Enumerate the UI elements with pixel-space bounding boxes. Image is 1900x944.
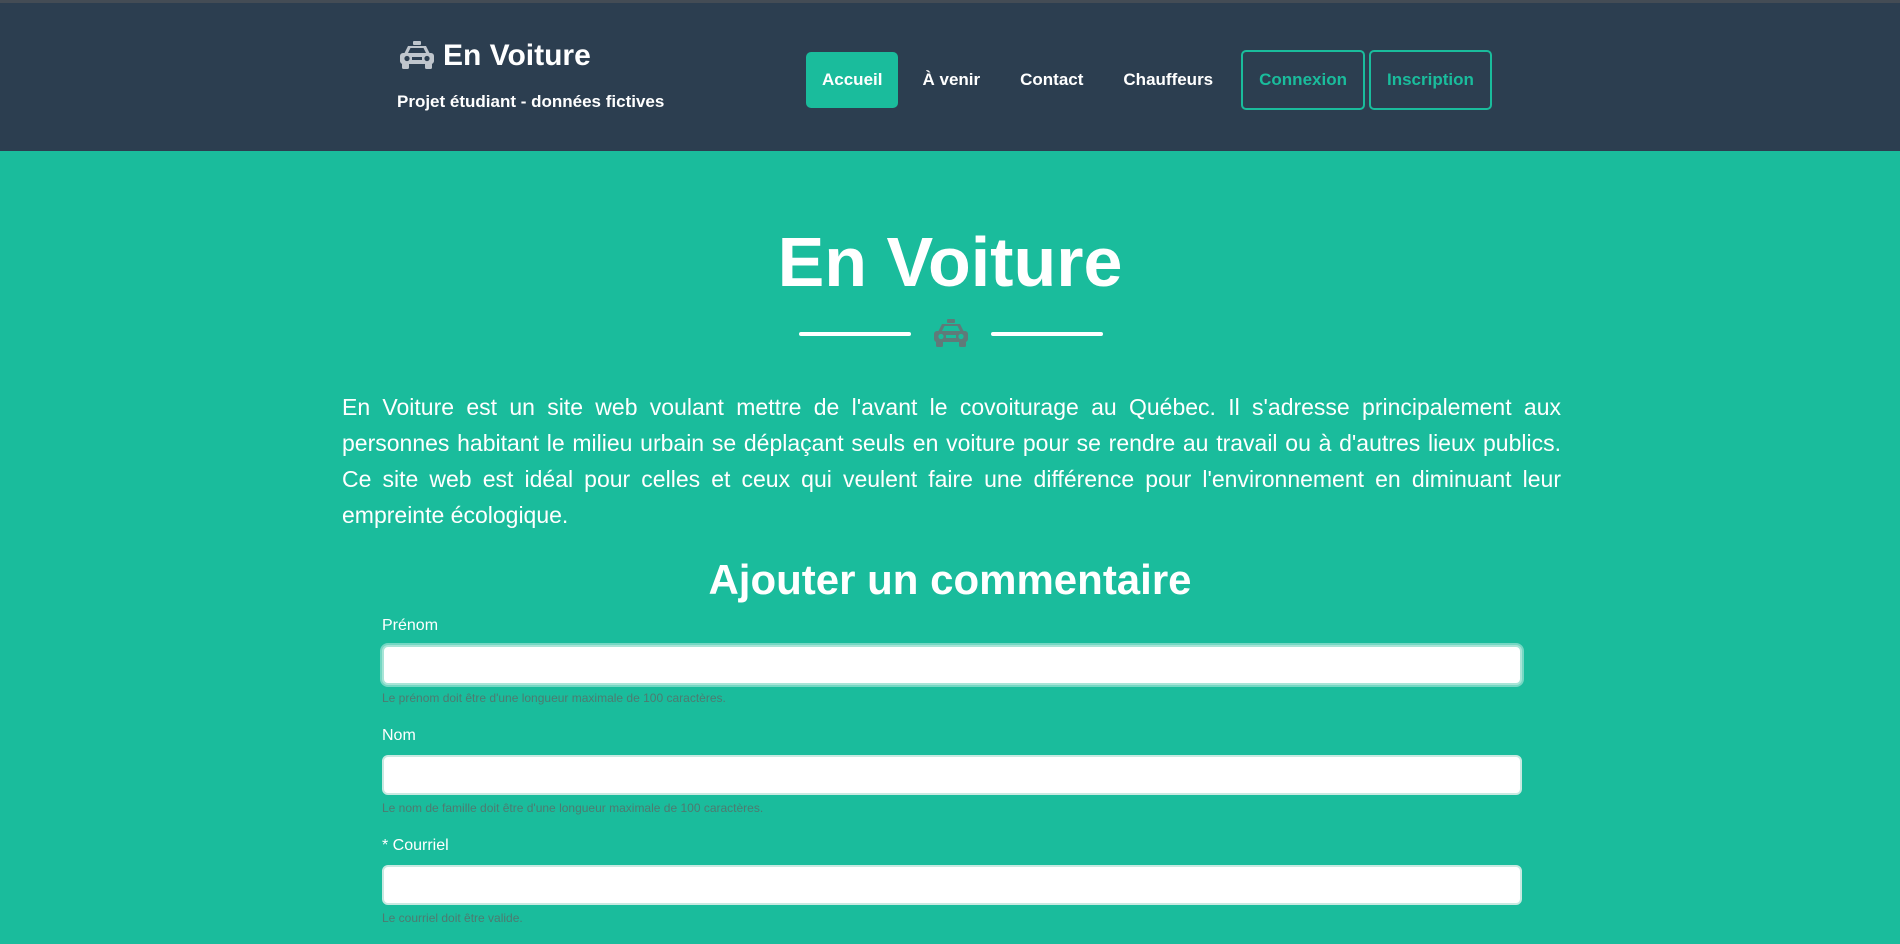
- comment-form-title: Ajouter un commentaire: [708, 556, 1192, 603]
- brand[interactable]: En Voiture Projet étudiant - données fic…: [397, 39, 664, 111]
- first-name-label: Prénom: [382, 617, 439, 634]
- last-name-group: Nom Le nom de famille doit être d'une lo…: [382, 724, 1522, 816]
- brand-subtitle: Projet étudiant - données fictives: [397, 92, 665, 111]
- intro-paragraph: En Voiture est un site web voulant mettr…: [342, 394, 1561, 528]
- nav-home[interactable]: Accueil: [806, 52, 899, 108]
- first-name-input[interactable]: [382, 645, 1522, 685]
- car-icon: [934, 319, 968, 347]
- divider-line-left: [799, 332, 911, 336]
- hero-title: En Voiture: [777, 223, 1123, 301]
- navbar: En Voiture Projet étudiant - données fic…: [0, 0, 1900, 151]
- first-name-group: Prénom Le prénom doit être d'une longueu…: [382, 614, 1522, 706]
- divider-line-right: [991, 332, 1103, 336]
- login-button[interactable]: Connexion: [1241, 50, 1365, 110]
- brand-title[interactable]: En Voiture: [397, 39, 591, 73]
- nav-upcoming[interactable]: À venir: [906, 52, 996, 108]
- email-hint: Le courriel doit être valide.: [382, 911, 523, 925]
- last-name-label: Nom: [382, 727, 416, 744]
- comment-form: Prénom Le prénom doit être d'une longueu…: [382, 614, 1522, 944]
- email-group: * Courriel Le courriel doit être valide.: [382, 834, 1522, 926]
- last-name-input[interactable]: [382, 755, 1522, 795]
- hero-divider: [799, 318, 1103, 350]
- brand-name: En Voiture: [443, 39, 591, 72]
- email-input[interactable]: [382, 865, 1522, 905]
- car-icon: [400, 41, 434, 69]
- nav-drivers[interactable]: Chauffeurs: [1107, 52, 1229, 108]
- email-label: * Courriel: [382, 837, 449, 854]
- signup-button[interactable]: Inscription: [1368, 50, 1492, 110]
- main-nav: Accueil À venir Contact Chauffeurs Conne…: [806, 50, 1492, 110]
- first-name-hint: Le prénom doit être d'une longueur maxim…: [382, 691, 726, 705]
- nav-contact[interactable]: Contact: [1004, 52, 1099, 108]
- last-name-hint: Le nom de famille doit être d'une longue…: [382, 801, 764, 815]
